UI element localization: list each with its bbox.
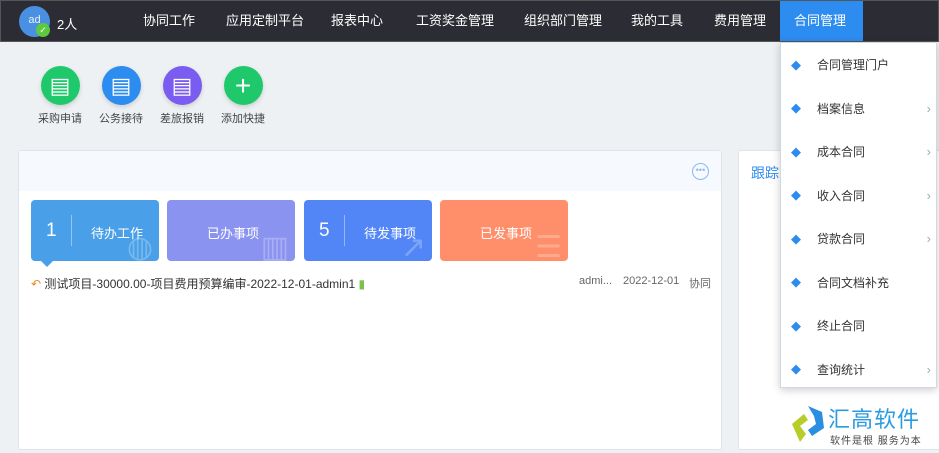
globe-icon: ◍ <box>126 231 153 261</box>
tile-todo[interactable]: 1 待办工作 ◍ <box>31 200 159 261</box>
menu-item-loan[interactable]: ◆ 贷款合同 › <box>781 217 936 261</box>
item-type: 协同 <box>689 278 711 290</box>
menu-item-cost[interactable]: ◆ 成本合同 › <box>781 130 936 174</box>
document-user-icon: ▤ <box>101 66 141 105</box>
plus-icon: + <box>223 66 263 105</box>
layers-icon: ◆ <box>791 143 801 159</box>
menu-label: 成本合同 <box>817 145 866 160</box>
menu-item-archives[interactable]: ◆ 档案信息 › <box>781 87 936 131</box>
list-item[interactable]: ↶ 测试项目-30000.00-项目费用预算编审-2022-12-01-admi… <box>31 275 711 292</box>
nav-my-tools[interactable]: 我的工具 <box>619 1 695 41</box>
tile-label: 已办事项 <box>207 226 260 241</box>
layers-icon: ◆ <box>791 274 801 290</box>
layers-icon: ◆ <box>791 187 801 203</box>
tile-done[interactable]: 已办事项 ▥ <box>167 200 295 261</box>
active-pointer <box>41 261 53 273</box>
layers-icon: ◆ <box>791 317 801 333</box>
nav-app-platform[interactable]: 应用定制平台 <box>214 1 316 41</box>
tile-sent[interactable]: 已发事项 ☰ <box>440 200 568 261</box>
menu-label: 合同管理门户 <box>817 58 890 73</box>
online-check-icon: ✓ <box>36 23 50 37</box>
quick-label: 采购申请 <box>38 113 82 125</box>
nav-contracts[interactable]: 合同管理 <box>780 1 863 41</box>
quick-label: 添加快捷 <box>221 113 265 125</box>
tile-to-send[interactable]: 5 待发事项 ↗ <box>304 200 432 261</box>
menu-label: 查询统计 <box>817 362 866 377</box>
nav-payroll[interactable]: 工资奖金管理 <box>404 1 506 41</box>
quick-label: 差旅报销 <box>160 113 204 125</box>
more-icon[interactable]: ••• <box>692 163 709 180</box>
menu-item-income[interactable]: ◆ 收入合同 › <box>781 174 936 218</box>
brand-logo: 汇高软件 软件是根 服务为本 <box>788 402 938 452</box>
quick-reception[interactable]: ▤ 公务接待 <box>91 66 151 126</box>
menu-item-query[interactable]: ◆ 查询统计 › <box>781 348 936 392</box>
menu-label: 终止合同 <box>817 319 866 334</box>
logo-name: 汇高软件 <box>828 407 921 432</box>
quick-purchase[interactable]: ▤ 采购申请 <box>30 66 90 126</box>
chevron-right-icon: › <box>926 100 931 116</box>
nav-collaboration[interactable]: 协同工作 <box>131 1 207 41</box>
item-author: admi... <box>579 275 613 287</box>
menu-label: 贷款合同 <box>817 232 866 247</box>
document-user-icon: ▤ <box>162 66 202 105</box>
chart-up-icon: ↗ <box>400 231 426 261</box>
online-count[interactable]: 2人 <box>57 14 77 33</box>
menu-label: 档案信息 <box>817 101 866 116</box>
menu-label: 收入合同 <box>817 188 866 203</box>
layers-icon: ◆ <box>791 100 801 116</box>
quick-add[interactable]: + 添加快捷 <box>213 66 273 126</box>
tile-count: 1 <box>46 220 57 241</box>
document-user-icon: ▤ <box>40 66 80 105</box>
nav-expenses[interactable]: 费用管理 <box>702 1 778 41</box>
books-icon: ▥ <box>260 231 289 261</box>
reply-icon: ↶ <box>31 277 42 291</box>
quick-label: 公务接待 <box>99 113 143 125</box>
nav-organization[interactable]: 组织部门管理 <box>512 1 614 41</box>
menu-item-portal[interactable]: ◆ 合同管理门户 <box>781 43 936 87</box>
menu-item-terminate[interactable]: ◆ 终止合同 <box>781 304 936 348</box>
chevron-right-icon: › <box>926 361 931 377</box>
item-title[interactable]: 测试项目-30000.00-项目费用预算编审-2022-12-01-admin1 <box>44 277 355 291</box>
tile-label: 已发事项 <box>480 226 533 241</box>
attachment-icon: ▮ <box>358 277 366 291</box>
menu-label: 合同文档补充 <box>817 275 890 290</box>
item-date: 2022-12-01 <box>623 275 680 287</box>
menu-item-docs[interactable]: ◆ 合同文档补充 <box>781 261 936 305</box>
panel-title: 跟踪 <box>751 165 779 181</box>
layers-icon: ◆ <box>791 56 801 72</box>
chevron-right-icon: › <box>926 187 931 203</box>
layers-icon: ◆ <box>791 361 801 377</box>
chevron-right-icon: › <box>926 144 931 160</box>
contracts-dropdown: ◆ 合同管理门户 ◆ 档案信息 › ◆ 成本合同 › ◆ 收入合同 › ◆ 贷款合同 › ◆ 合同文… <box>780 42 937 388</box>
logo-slogan: 软件是根 服务为本 <box>830 436 922 447</box>
work-panel: ••• 1 待办工作 ◍ 已办事项 ▥ 5 待发事项 ↗ 已发事项 ☰ ↶ 测试项目-300… <box>18 150 722 450</box>
tile-count: 5 <box>319 220 330 241</box>
nav-reports[interactable]: 报表中心 <box>319 1 395 41</box>
chevron-right-icon: › <box>926 231 931 247</box>
stack-icon: ☰ <box>535 231 562 261</box>
quick-travel[interactable]: ▤ 差旅报销 <box>152 66 212 126</box>
panel-header <box>19 151 721 191</box>
layers-icon: ◆ <box>791 230 801 246</box>
top-bar: ad ✓ 2人 协同工作 应用定制平台 报表中心 工资奖金管理 组织部门管理 我… <box>0 0 939 42</box>
logo-mark-icon <box>792 406 824 442</box>
